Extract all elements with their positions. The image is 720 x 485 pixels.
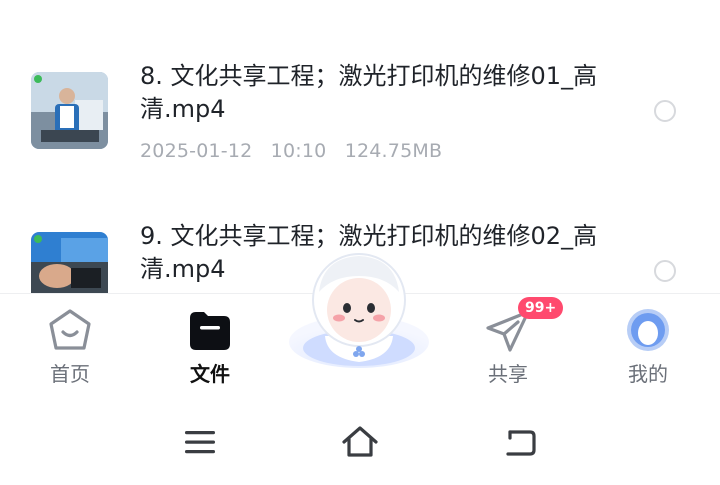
file-date: 2025-01-12 xyxy=(140,140,253,162)
file-meta: 2025-01-12 10:10 124.75MB xyxy=(140,140,442,162)
tab-mine[interactable]: 我的 xyxy=(593,294,703,394)
file-name: 8. 文化共享工程；激光打印机的维修01_高清.mp4 xyxy=(140,62,598,123)
notification-badge: 99+ xyxy=(518,297,564,319)
video-thumbnail[interactable] xyxy=(31,232,108,293)
home-outline-icon[interactable] xyxy=(340,422,380,462)
menu-icon[interactable] xyxy=(180,422,220,462)
tab-label: 共享 xyxy=(488,362,528,386)
file-size: 124.75MB xyxy=(344,140,443,162)
tab-label: 首页 xyxy=(50,362,90,386)
system-nav-bar xyxy=(0,398,720,485)
file-time: 10:10 xyxy=(270,140,327,162)
tab-files[interactable]: 文件 xyxy=(155,294,265,394)
mascot-icon[interactable] xyxy=(283,240,435,372)
folder-icon xyxy=(186,308,234,352)
tab-label: 我的 xyxy=(628,362,668,386)
tab-label: 文件 xyxy=(190,362,230,386)
video-thumbnail[interactable] xyxy=(31,72,108,149)
home-icon xyxy=(46,308,94,352)
select-radio[interactable] xyxy=(654,260,676,282)
select-radio[interactable] xyxy=(654,100,676,122)
back-icon[interactable] xyxy=(500,422,540,462)
tab-home[interactable]: 首页 xyxy=(15,294,125,394)
list-item[interactable]: 8. 文化共享工程；激光打印机的维修01_高清.mp4 2025-01-12 1… xyxy=(0,52,720,202)
avatar-icon xyxy=(624,308,672,352)
